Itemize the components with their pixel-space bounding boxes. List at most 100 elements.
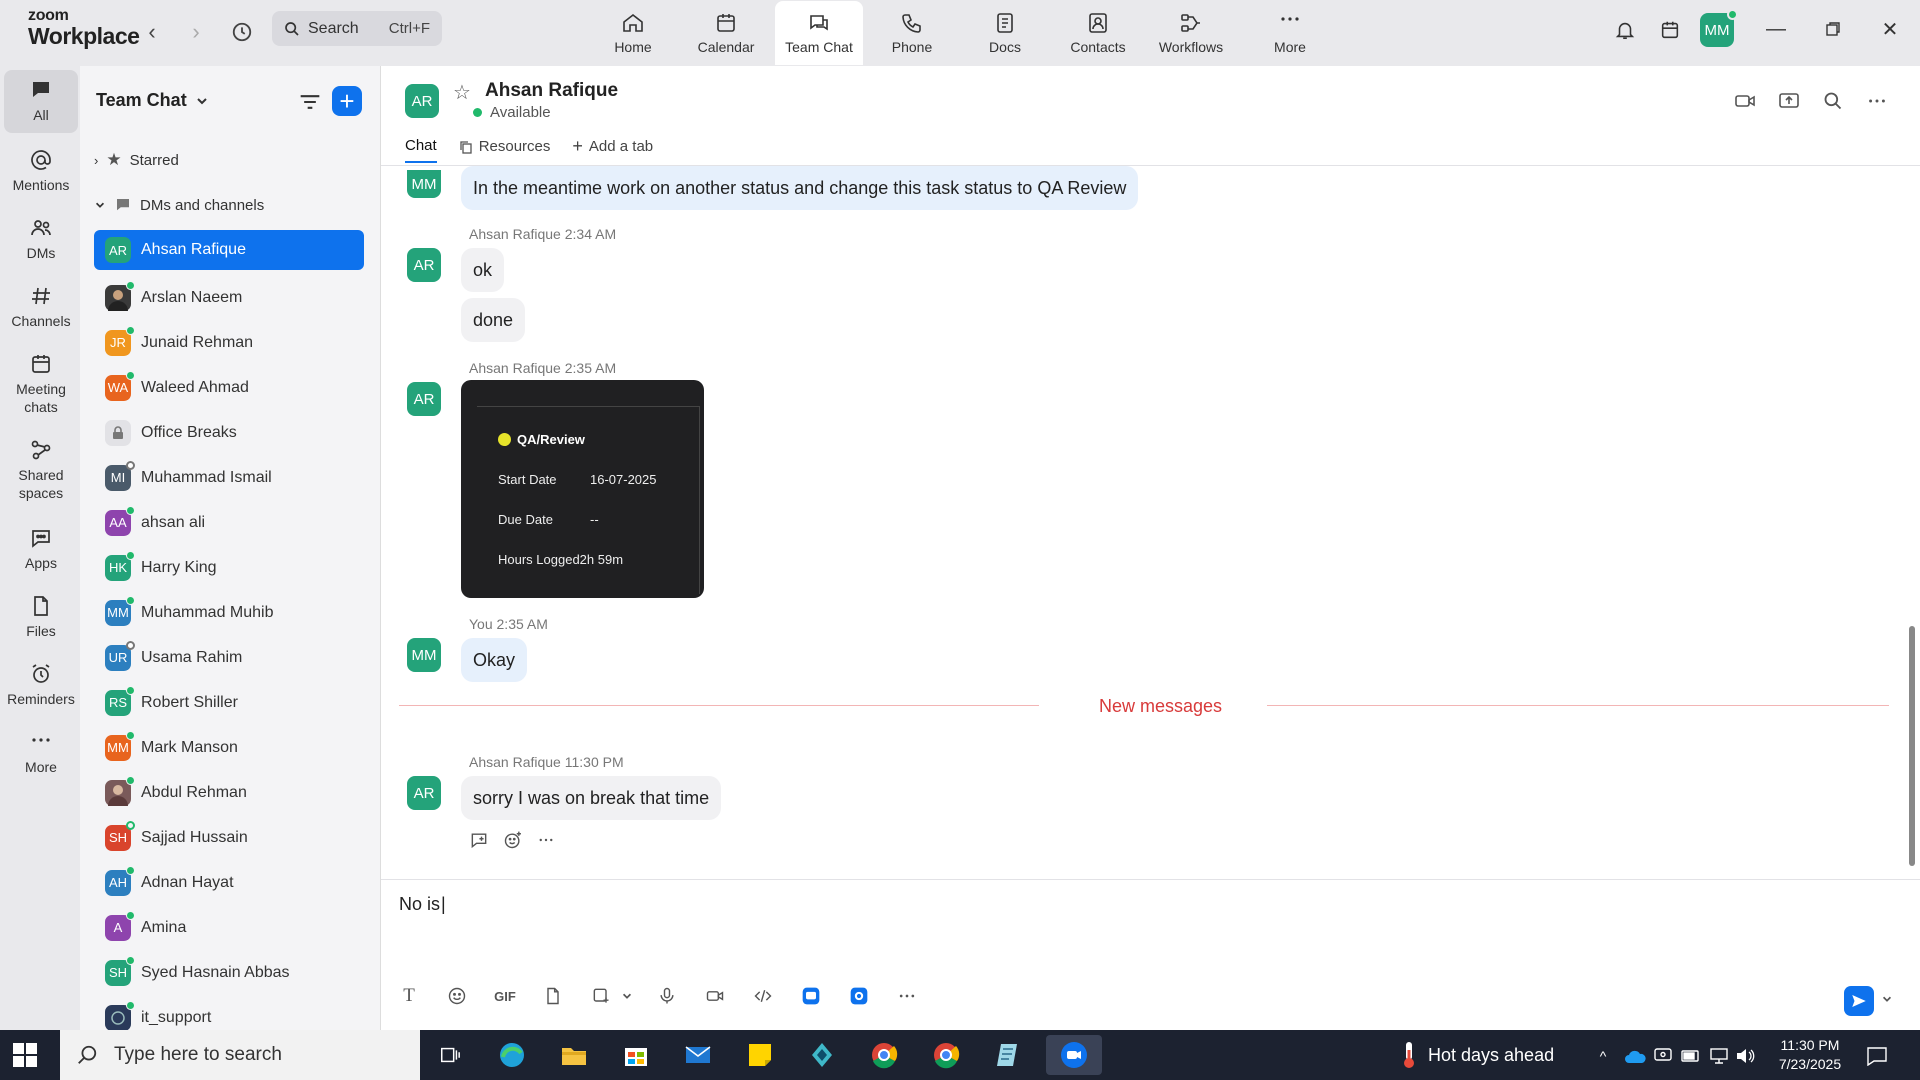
voice-message-button[interactable] [651,980,683,1012]
dm-item[interactable]: UR Usama Rahim [94,635,364,680]
message-bubble[interactable]: ok [461,248,505,292]
message-bubble[interactable]: In the meantime work on another status a… [461,166,1139,210]
taskbar-notes-app[interactable] [984,1035,1032,1075]
search-input[interactable]: Search Ctrl+F [272,11,442,46]
battery-icon[interactable] [1680,1045,1702,1067]
taskbar-search[interactable]: Type here to search [60,1030,420,1080]
message-more-button[interactable] [537,831,555,854]
dm-item[interactable]: A Amina [94,905,364,950]
taskbar-zoom[interactable] [1046,1035,1102,1075]
user-avatar[interactable]: MM [1700,9,1738,47]
dms-channels-section[interactable]: DMs and channels [94,196,264,214]
gif-button[interactable]: GIF [489,980,521,1012]
tab-home[interactable]: Home [589,2,677,64]
history-button[interactable] [226,16,258,48]
dm-item[interactable]: MI Muhammad Ismail [94,455,364,500]
rail-item-shared-spaces[interactable]: Shared spaces [4,438,78,502]
forward-button[interactable]: › [180,16,212,48]
attach-file-button[interactable] [537,980,569,1012]
tab-more[interactable]: More [1246,2,1334,64]
dm-item[interactable]: Office Breaks [94,410,364,455]
dm-item[interactable]: SH Sajjad Hussain [94,815,364,860]
dm-item[interactable]: SH Syed Hasnain Abbas [94,950,364,995]
taskbar-file-explorer[interactable] [550,1035,598,1075]
tab-contacts[interactable]: Contacts [1054,2,1142,64]
taskbar-chrome-2[interactable] [922,1035,970,1075]
task-view-button[interactable] [426,1035,474,1075]
add-tab-button[interactable]: + Add a tab [572,136,653,163]
taskbar-chrome-1[interactable] [860,1035,908,1075]
message-bubble[interactable]: Okay [461,638,528,682]
new-chat-button[interactable]: + [332,86,362,116]
dm-item[interactable]: MM Mark Manson [94,725,364,770]
tab-calendar[interactable]: Calendar [682,2,770,64]
team-chat-dropdown[interactable]: Team Chat [96,90,209,111]
rail-item-dms[interactable]: DMs [4,216,78,263]
tab-workflows[interactable]: Workflows [1147,2,1235,64]
dm-item[interactable]: AA ahsan ali [94,500,364,545]
dm-item[interactable]: HK Harry King [94,545,364,590]
notification-center-button[interactable] [1866,1045,1888,1067]
rail-item-channels[interactable]: Channels [4,284,78,331]
send-options-button[interactable] [1881,992,1893,1010]
scrollbar-thumb[interactable] [1909,626,1915,866]
volume-icon[interactable] [1734,1045,1756,1067]
taskbar-edge[interactable] [488,1035,536,1075]
app-button-2[interactable] [843,980,875,1012]
starred-section[interactable]: › ★ Starred [94,150,179,170]
video-call-button[interactable] [1730,86,1760,116]
taskbar-mail[interactable] [674,1035,722,1075]
dm-item[interactable]: RS Robert Shiller [94,680,364,725]
close-button[interactable]: ✕ [1870,12,1910,46]
onedrive-icon[interactable] [1624,1045,1646,1067]
app-button-1[interactable] [795,980,827,1012]
add-reaction-button[interactable] [503,830,523,855]
start-button[interactable] [12,1042,38,1068]
dm-item[interactable]: Arslan Naeem [94,275,364,320]
tab-chat[interactable]: Chat [405,136,437,163]
dm-item[interactable]: MM Muhammad Muhib [94,590,364,635]
restore-button[interactable] [1813,12,1853,46]
tab-phone[interactable]: Phone [868,2,956,64]
tab-resources[interactable]: Resources [459,136,550,163]
rail-item-meeting-chats[interactable]: Meeting chats [4,352,78,416]
dm-item[interactable]: WA Waleed Ahmad [94,365,364,410]
search-chat-button[interactable] [1818,86,1848,116]
format-text-button[interactable]: T [393,980,425,1012]
filter-button[interactable] [296,88,324,116]
more-options-button[interactable] [1862,86,1892,116]
back-button[interactable]: ‹ [136,16,168,48]
contact-name[interactable]: Ahsan Rafique [485,80,618,102]
taskbar-clock[interactable]: 11:30 PM 7/23/2025 [1760,1036,1860,1074]
rail-item-reminders[interactable]: Reminders [4,662,78,709]
screenshot-button[interactable] [585,980,617,1012]
tray-app-icon[interactable] [1652,1045,1674,1067]
messages-scrollbar[interactable] [1908,166,1916,884]
taskbar-store[interactable] [612,1035,660,1075]
video-message-button[interactable] [699,980,731,1012]
tab-team-chat[interactable]: Team Chat [775,1,863,65]
contact-avatar[interactable]: AR [405,84,439,118]
weather-widget[interactable]: Hot days ahead [1400,1030,1554,1080]
rail-item-all[interactable]: All [4,70,78,133]
dm-item[interactable]: AR Ahsan Rafique [94,230,364,270]
rail-item-apps[interactable]: Apps [4,526,78,573]
screenshot-options-button[interactable] [619,980,635,1012]
rail-item-more[interactable]: More [4,730,78,777]
network-icon[interactable] [1708,1045,1730,1067]
minimize-button[interactable]: — [1756,12,1796,46]
composer-more-button[interactable] [891,980,923,1012]
code-snippet-button[interactable] [747,980,779,1012]
favorite-star-button[interactable]: ☆ [453,80,471,105]
dm-item[interactable]: AH Adnan Hayat [94,860,364,905]
tab-docs[interactable]: Docs [961,2,1049,64]
emoji-button[interactable] [441,980,473,1012]
rail-item-mentions[interactable]: Mentions [4,148,78,195]
message-bubble[interactable]: done [461,298,526,342]
taskbar-app-blue[interactable] [798,1035,846,1075]
send-button[interactable] [1844,986,1874,1016]
taskbar-sticky-notes[interactable] [736,1035,784,1075]
calendar-shortcut-button[interactable] [1654,14,1686,46]
share-screen-button[interactable] [1774,86,1804,116]
message-input[interactable]: No is [399,894,446,915]
